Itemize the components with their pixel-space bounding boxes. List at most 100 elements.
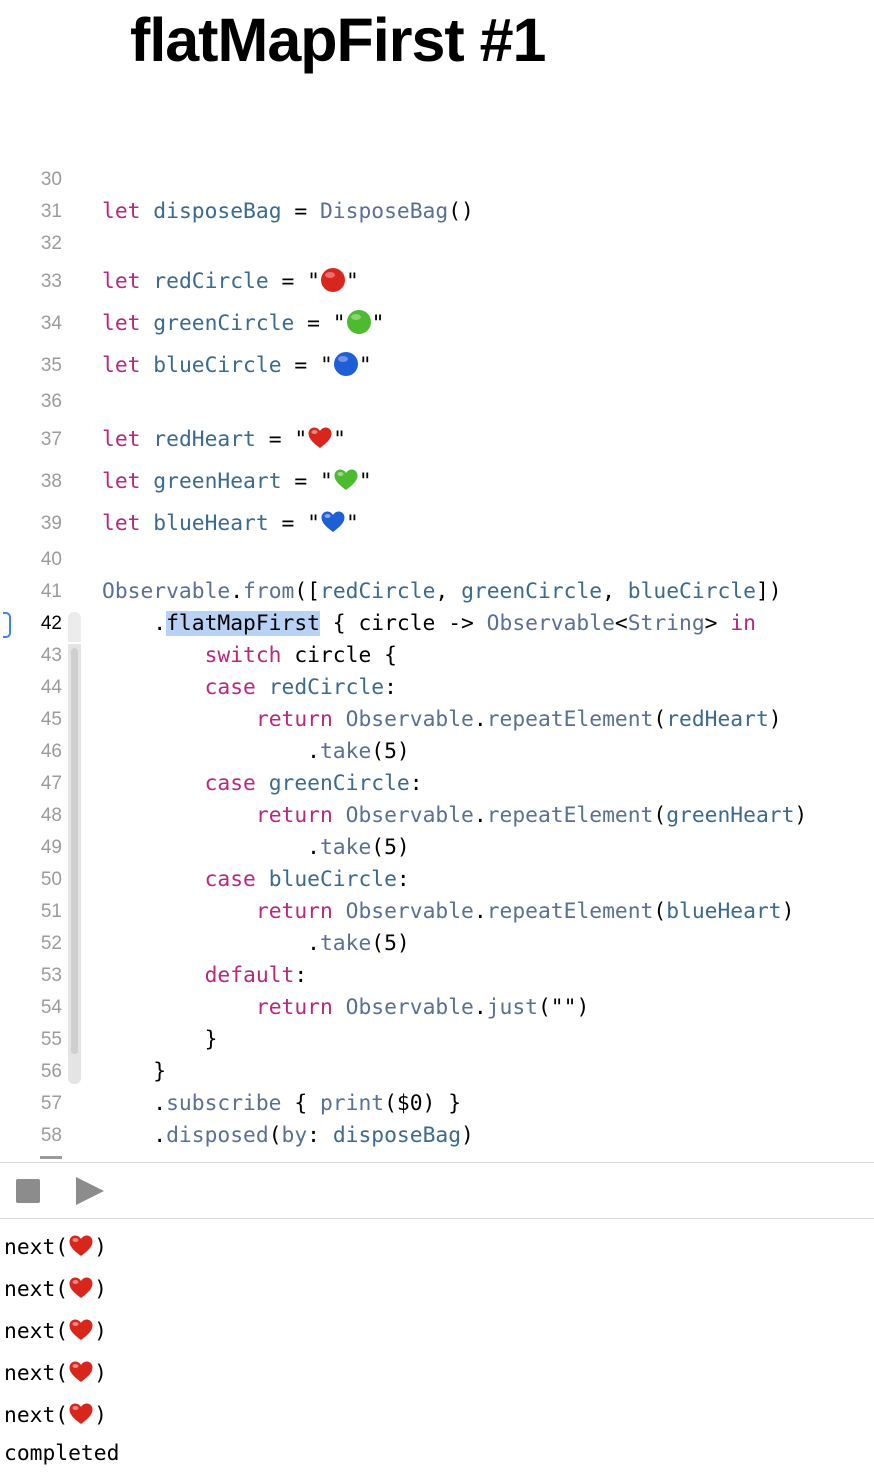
code-line[interactable]: 41 Observable.from([redCircle, greenCircl… bbox=[0, 576, 874, 608]
code-token: print bbox=[319, 1091, 385, 1116]
code-line[interactable]: 32 bbox=[0, 228, 874, 260]
code-line[interactable]: 47 case greenCircle: bbox=[0, 768, 874, 800]
code-token: . bbox=[102, 835, 320, 860]
line-number: 42 bbox=[40, 613, 62, 634]
code-token: = " bbox=[281, 353, 333, 378]
code-token: default bbox=[204, 963, 295, 988]
code-line[interactable]: 50 case blueCircle: bbox=[0, 864, 874, 896]
code-token: : bbox=[396, 867, 410, 892]
code-text: return Observable.repeatElement(greenHea… bbox=[102, 800, 807, 832]
code-token: completed bbox=[4, 1441, 120, 1466]
code-token: = bbox=[281, 199, 320, 224]
stop-button[interactable] bbox=[16, 1179, 40, 1203]
code-line[interactable]: 51 return Observable.repeatElement(blueH… bbox=[0, 896, 874, 928]
code-token: blueCircle bbox=[153, 353, 282, 378]
code-token: greenCircle bbox=[153, 311, 295, 336]
code-token: greenHeart bbox=[666, 803, 795, 828]
code-line[interactable]: 57 .subscribe { print($0) } bbox=[0, 1088, 874, 1120]
run-button[interactable] bbox=[76, 1177, 104, 1205]
line-number: 44 bbox=[40, 677, 62, 698]
code-token: Observable bbox=[345, 899, 474, 924]
line-number: 55 bbox=[40, 1029, 62, 1050]
code-token: repeatElement bbox=[486, 899, 654, 924]
code-token: switch bbox=[204, 643, 282, 668]
code-line[interactable]: 52 .take(5) bbox=[0, 928, 874, 960]
line-number: 58 bbox=[40, 1125, 62, 1146]
code-line[interactable]: 42 .flatMapFirst { circle -> Observable<… bbox=[0, 608, 874, 640]
line-number: 45 bbox=[40, 709, 62, 730]
code-line[interactable]: 56 } bbox=[0, 1056, 874, 1088]
code-line[interactable]: 49 .take(5) bbox=[0, 832, 874, 864]
code-token: next( bbox=[4, 1403, 69, 1428]
code-line[interactable]: 33 let redCircle = " " bbox=[0, 266, 874, 298]
code-text: return Observable.just("") bbox=[102, 992, 589, 1024]
code-token: ( bbox=[653, 803, 667, 828]
code-token: " bbox=[333, 427, 346, 452]
code-token: redCircle bbox=[268, 675, 385, 700]
code-line[interactable]: 53 default: bbox=[0, 960, 874, 992]
code-token: ) bbox=[94, 1361, 107, 1386]
code-line[interactable]: 58 .disposed(by: disposeBag) bbox=[0, 1120, 874, 1152]
code-token: . bbox=[230, 579, 244, 604]
console-line: next() bbox=[4, 1356, 107, 1392]
code-token: greenCircle bbox=[268, 771, 410, 796]
code-text: let blueCircle = " " bbox=[102, 350, 372, 382]
code-text: switch circle { bbox=[102, 640, 397, 672]
code-line[interactable]: 38 let greenHeart = " " bbox=[0, 466, 874, 498]
code-line[interactable]: 35 let blueCircle = " " bbox=[0, 350, 874, 382]
code-token: ($0) } bbox=[384, 1091, 462, 1116]
code-token: ( bbox=[268, 1123, 282, 1148]
line-number: 30 bbox=[40, 169, 62, 190]
code-token: : bbox=[294, 963, 308, 988]
code-token: = " bbox=[255, 427, 308, 452]
code-text: Observable.from([redCircle, greenCircle,… bbox=[102, 576, 782, 608]
code-token: . bbox=[102, 1123, 167, 1148]
code-token: } bbox=[102, 1059, 167, 1084]
code-editor[interactable]: 30 31 let disposeBag = DisposeBag() 32 33 let… bbox=[0, 160, 874, 1162]
code-line[interactable]: 34 let greenCircle = " " bbox=[0, 308, 874, 340]
code-token: case bbox=[204, 867, 256, 892]
code-line[interactable]: 46 .take(5) bbox=[0, 736, 874, 768]
debug-area-divider bbox=[0, 1162, 874, 1163]
code-token: return bbox=[255, 803, 333, 828]
code-token: in bbox=[730, 611, 756, 636]
code-token: case bbox=[204, 771, 256, 796]
code-token: Observable bbox=[345, 995, 474, 1020]
code-line[interactable]: 48 return Observable.repeatElement(green… bbox=[0, 800, 874, 832]
code-text: case blueCircle: bbox=[102, 864, 410, 896]
code-line[interactable]: 55 } bbox=[0, 1024, 874, 1056]
code-line[interactable]: 36 bbox=[0, 386, 874, 418]
line-number: 52 bbox=[40, 933, 62, 954]
code-token: ) bbox=[94, 1319, 107, 1344]
code-line[interactable]: 45 return Observable.repeatElement(redHe… bbox=[0, 704, 874, 736]
code-token: case bbox=[204, 675, 256, 700]
code-token: let bbox=[102, 427, 141, 452]
code-line[interactable]: 30 bbox=[0, 164, 874, 196]
code-token: () bbox=[448, 199, 474, 224]
code-token: blueCircle bbox=[627, 579, 756, 604]
console-line: next() bbox=[4, 1398, 107, 1434]
code-line[interactable]: 31 let disposeBag = DisposeBag() bbox=[0, 196, 874, 228]
code-line[interactable]: 44 case redCircle: bbox=[0, 672, 874, 704]
code-line[interactable]: 40 bbox=[0, 544, 874, 576]
code-line[interactable]: 39 let blueHeart = " " bbox=[0, 508, 874, 540]
code-line[interactable]: 54 return Observable.just("") bbox=[0, 992, 874, 1024]
code-token: ]) bbox=[755, 579, 782, 604]
code-line[interactable]: 37 let redHeart = " " bbox=[0, 424, 874, 456]
line-number: 33 bbox=[40, 271, 62, 292]
code-token: disposeBag bbox=[153, 199, 282, 224]
code-token: ) bbox=[768, 707, 782, 732]
code-text: case redCircle: bbox=[102, 672, 397, 704]
code-token: > bbox=[704, 611, 731, 636]
code-token: circle { bbox=[281, 643, 397, 668]
code-token: { circle -> bbox=[319, 611, 487, 636]
code-line[interactable]: 43 switch circle { bbox=[0, 640, 874, 672]
green-circle-icon bbox=[346, 309, 372, 335]
line-number: 46 bbox=[40, 741, 62, 762]
